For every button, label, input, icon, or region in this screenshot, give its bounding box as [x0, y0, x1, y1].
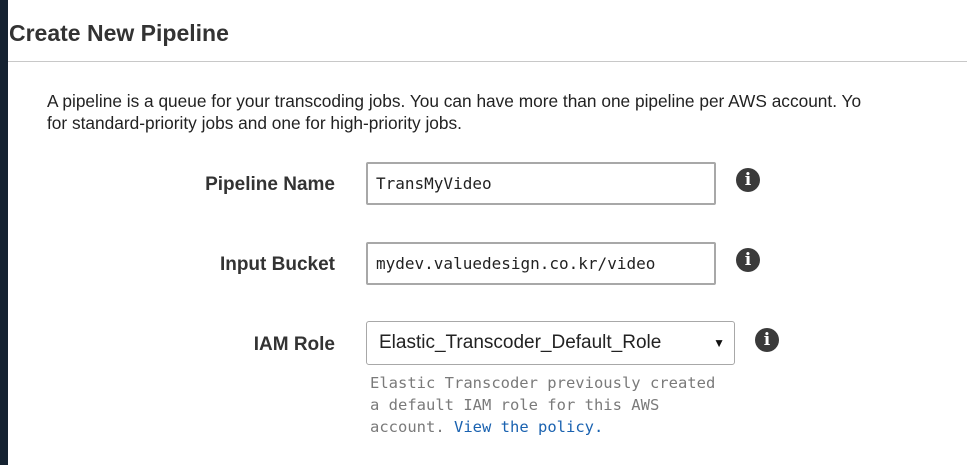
- description-line-1: A pipeline is a queue for your transcodi…: [47, 91, 862, 111]
- pipeline-name-info-icon[interactable]: i: [736, 168, 760, 192]
- iam-role-help-text: Elastic Transcoder previously created a …: [370, 372, 730, 438]
- iam-role-select[interactable]: Elastic_Transcoder_Default_Role ▼: [366, 321, 735, 365]
- description-line-2: for standard-priority jobs and one for h…: [47, 113, 462, 133]
- input-bucket-info-icon[interactable]: i: [736, 248, 760, 272]
- page-title: Create New Pipeline: [9, 20, 229, 46]
- help-line-2: a default IAM role for this AWS: [370, 396, 660, 414]
- left-sidebar-edge: [0, 0, 8, 465]
- iam-role-selected-value: Elastic_Transcoder_Default_Role: [379, 332, 662, 353]
- title-divider: [8, 61, 967, 62]
- pipeline-name-label: Pipeline Name: [205, 174, 335, 195]
- iam-role-label: IAM Role: [253, 334, 335, 355]
- dropdown-arrow-icon: ▼: [713, 336, 725, 350]
- page-description: A pipeline is a queue for your transcodi…: [47, 90, 967, 134]
- input-bucket-label: Input Bucket: [219, 254, 335, 275]
- help-line-1: Elastic Transcoder previously created: [370, 374, 716, 392]
- iam-role-info-icon[interactable]: i: [755, 328, 779, 352]
- help-line-3: account. View the policy.: [370, 416, 730, 438]
- pipeline-name-input[interactable]: TransMyVideo: [366, 162, 716, 205]
- input-bucket-input[interactable]: mydev.valuedesign.co.kr/video: [366, 242, 716, 285]
- help-line-3-prefix: account.: [370, 418, 445, 436]
- view-policy-link[interactable]: View the policy.: [454, 418, 603, 436]
